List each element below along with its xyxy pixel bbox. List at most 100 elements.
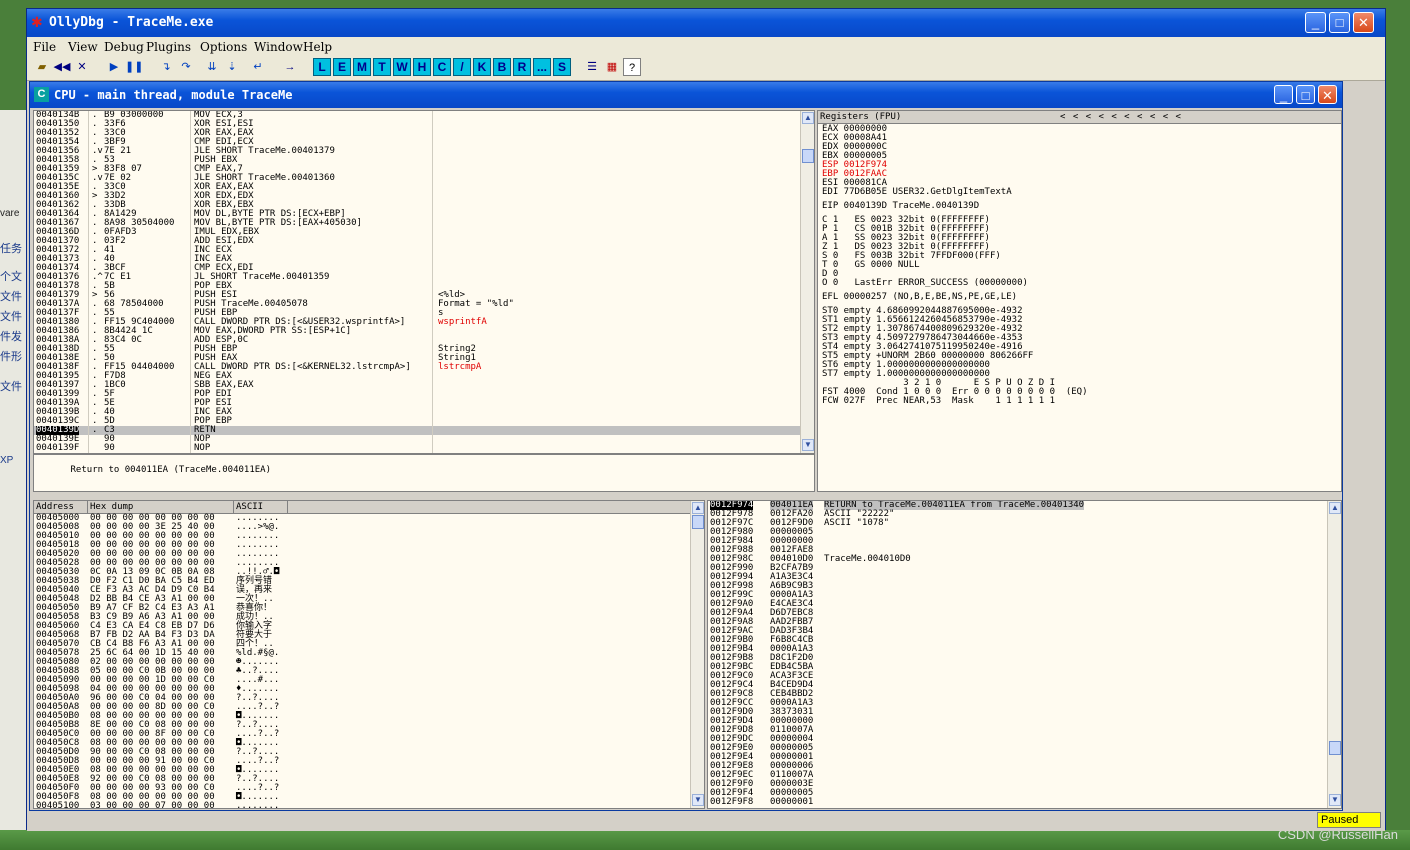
disasm-row[interactable]: 0040139E 90 NOP	[34, 435, 814, 444]
cpu-minimize-button[interactable]: _	[1274, 85, 1293, 104]
pause-icon[interactable]: ❚❚	[125, 58, 143, 76]
disasm-row[interactable]: 00401372. 41 INC ECX	[34, 246, 814, 255]
dump-scroll-thumb[interactable]	[692, 515, 704, 529]
menu-options[interactable]: Options	[200, 40, 247, 54]
disasm-row[interactable]: 0040139D. C3 RETN	[34, 426, 814, 435]
disasm-row[interactable]: 0040139F 90 NOP	[34, 444, 814, 453]
toolbar-window-button[interactable]: T	[373, 58, 391, 76]
register-line[interactable]: T 0 GS 0000 NULL	[820, 261, 1339, 270]
toolbar-window-button[interactable]: R	[513, 58, 531, 76]
cpu-maximize-button[interactable]: □	[1296, 85, 1315, 104]
registers-pane[interactable]: Registers (FPU) < < < < < < < < < < EAX …	[817, 110, 1342, 492]
register-line[interactable]: ESP 0012F974	[820, 161, 1339, 170]
toolbar-window-button[interactable]: S	[553, 58, 571, 76]
menu-plugins[interactable]: Plugins	[146, 40, 191, 54]
list-icon[interactable]: ☰	[583, 58, 601, 76]
disasm-row[interactable]: 00401352. 33C0 XOR EAX,EAX	[34, 129, 814, 138]
close-button[interactable]: ✕	[1353, 12, 1374, 33]
disasm-row[interactable]: 0040135E. 33C0 XOR EAX,EAX	[34, 183, 814, 192]
toolbar-window-button[interactable]: H	[413, 58, 431, 76]
dump-scrollbar[interactable]: ▲ ▼	[690, 501, 704, 808]
toolbar-window-button[interactable]: ...	[533, 58, 551, 76]
disasm-row[interactable]: 00401374. 3BCF CMP ECX,EDI	[34, 264, 814, 273]
toolbar-window-button[interactable]: C	[433, 58, 451, 76]
minimize-button[interactable]: _	[1305, 12, 1326, 33]
scroll-down-icon[interactable]: ▼	[802, 439, 814, 451]
title-bar[interactable]: ✱ OllyDbg - TraceMe.exe _ □ ✕	[27, 9, 1385, 37]
register-line[interactable]: EDX 0000000C	[820, 143, 1339, 152]
disasm-row[interactable]: 00401378. 5B POP EBX	[34, 282, 814, 291]
register-line[interactable]: EIP 0040139D TraceMe.0040139D	[820, 202, 1339, 211]
register-line[interactable]: EBX 00000005	[820, 152, 1339, 161]
disasm-row[interactable]: 00401397. 1BC0 SBB EAX,EAX	[34, 381, 814, 390]
dump-row[interactable]: 00405100 03 00 00 00 07 00 00 00........	[34, 802, 704, 809]
toolbar-window-button[interactable]: W	[393, 58, 411, 76]
dump-scroll-down-icon[interactable]: ▼	[692, 794, 704, 806]
menu-view[interactable]: View	[68, 40, 98, 54]
disasm-row[interactable]: 0040139C. 5D POP EBP	[34, 417, 814, 426]
disasm-row[interactable]: 0040134B. B9 03000000 MOV ECX,3	[34, 111, 814, 120]
step-over-icon[interactable]: ↷	[177, 58, 195, 76]
help-icon[interactable]: ?	[623, 58, 641, 76]
cpu-title-bar[interactable]: C CPU - main thread, module TraceMe _ □ …	[30, 82, 1342, 108]
register-line[interactable]: O 0 LastErr ERROR_SUCCESS (00000000)	[820, 279, 1339, 288]
disasm-row[interactable]: 0040138D. 55 PUSH EBP String2	[34, 345, 814, 354]
disasm-row[interactable]: 0040135C .v 7E 02 JLE SHORT TraceMe.0040136…	[34, 174, 814, 183]
disassembly-pane[interactable]: 0040134B. B9 03000000 MOV ECX,3 00401350. 33…	[33, 110, 815, 454]
close-program-icon[interactable]: ✕	[73, 58, 91, 76]
toolbar-window-button[interactable]: B	[493, 58, 511, 76]
disasm-row[interactable]: 00401399. 5F POP EDI	[34, 390, 814, 399]
register-line[interactable]: EAX 00000000	[820, 125, 1339, 134]
trace-into-icon[interactable]: ⇊	[203, 58, 221, 76]
disasm-row[interactable]: 0040139A. 5E POP ESI	[34, 399, 814, 408]
disasm-row[interactable]: 00401356 .v 7E 21 JLE SHORT TraceMe.0040137…	[34, 147, 814, 156]
register-line[interactable]: EDI 77D6B05E USER32.GetDlgItemTextA	[820, 188, 1339, 197]
toolbar-window-button[interactable]: E	[333, 58, 351, 76]
register-line[interactable]: FCW 027F Prec NEAR,53 Mask 1 1 1 1 1 1	[820, 397, 1339, 406]
disasm-row[interactable]: 0040138A. 83C4 0C ADD ESP,0C	[34, 336, 814, 345]
stack-scroll-thumb[interactable]	[1329, 741, 1341, 755]
register-line[interactable]: EFL 00000257 (NO,B,E,BE,NS,PE,GE,LE)	[820, 293, 1339, 302]
disasm-row[interactable]: 00401370. 03F2 ADD ESI,EDX	[34, 237, 814, 246]
disasm-row[interactable]: 00401359 >83F8 07 CMP EAX,7	[34, 165, 814, 174]
disasm-row[interactable]: 00401350. 33F6 XOR ESI,ESI	[34, 120, 814, 129]
menu-window[interactable]: Window	[254, 40, 303, 54]
disasm-row[interactable]: 0040136D. 0FAFD3 IMUL EDX,EBX	[34, 228, 814, 237]
menu-debug[interactable]: Debug	[104, 40, 144, 54]
scroll-thumb[interactable]	[802, 149, 814, 163]
go-to-origin-icon[interactable]: →	[281, 58, 299, 76]
disasm-row[interactable]: 00401395. F7D8 NEG EAX	[34, 372, 814, 381]
run-icon[interactable]: ▶	[105, 58, 123, 76]
stack-pane[interactable]: 0012F974 004011EA RETURN to TraceMe.004011…	[707, 500, 1342, 809]
toolbar-window-button[interactable]: /	[453, 58, 471, 76]
restart-icon[interactable]: ◀◀	[53, 58, 71, 76]
maximize-button[interactable]: □	[1329, 12, 1350, 33]
trace-over-icon[interactable]: ⇣	[223, 58, 241, 76]
disasm-scrollbar[interactable]: ▲ ▼	[800, 111, 814, 453]
disasm-row[interactable]: 00401358. 53 PUSH EBX	[34, 156, 814, 165]
toolbar-window-button[interactable]: M	[353, 58, 371, 76]
step-into-icon[interactable]: ↴	[157, 58, 175, 76]
disasm-row[interactable]: 0040139B. 40 INC EAX	[34, 408, 814, 417]
grid-icon[interactable]: ▦	[603, 58, 621, 76]
disasm-row[interactable]: 00401360 >33D2 XOR EDX,EDX	[34, 192, 814, 201]
stack-row[interactable]: 0012F9F8 00000001	[708, 798, 1341, 807]
disasm-row[interactable]: 00401354. 3BF9 CMP EDI,ECX	[34, 138, 814, 147]
disasm-row[interactable]: 00401367. 8A98 30504000 MOV BL,BYTE PTR DS…	[34, 219, 814, 228]
toolbar-window-button[interactable]: K	[473, 58, 491, 76]
scroll-up-icon[interactable]: ▲	[802, 112, 814, 124]
stack-scroll-up-icon[interactable]: ▲	[1329, 502, 1341, 514]
dump-scroll-up-icon[interactable]: ▲	[692, 502, 704, 514]
disasm-row[interactable]: 00401386. 8B4424 1C MOV EAX,DWORD PTR SS:[…	[34, 327, 814, 336]
open-icon[interactable]: ▰	[33, 58, 51, 76]
execute-till-return-icon[interactable]: ↵	[249, 58, 267, 76]
stack-scrollbar[interactable]: ▲ ▼	[1327, 501, 1341, 808]
register-line[interactable]: ECX 00008A41	[820, 134, 1339, 143]
disasm-row[interactable]: 00401373. 40 INC EAX	[34, 255, 814, 264]
menu-file[interactable]: File	[33, 40, 56, 54]
cpu-close-button[interactable]: ✕	[1318, 85, 1337, 104]
toolbar-window-button[interactable]: L	[313, 58, 331, 76]
stack-scroll-down-icon[interactable]: ▼	[1329, 794, 1341, 806]
menu-help[interactable]: Help	[303, 40, 332, 54]
disasm-row[interactable]: 0040137A. 68 78504000 PUSH TraceMe.0040507…	[34, 300, 814, 309]
